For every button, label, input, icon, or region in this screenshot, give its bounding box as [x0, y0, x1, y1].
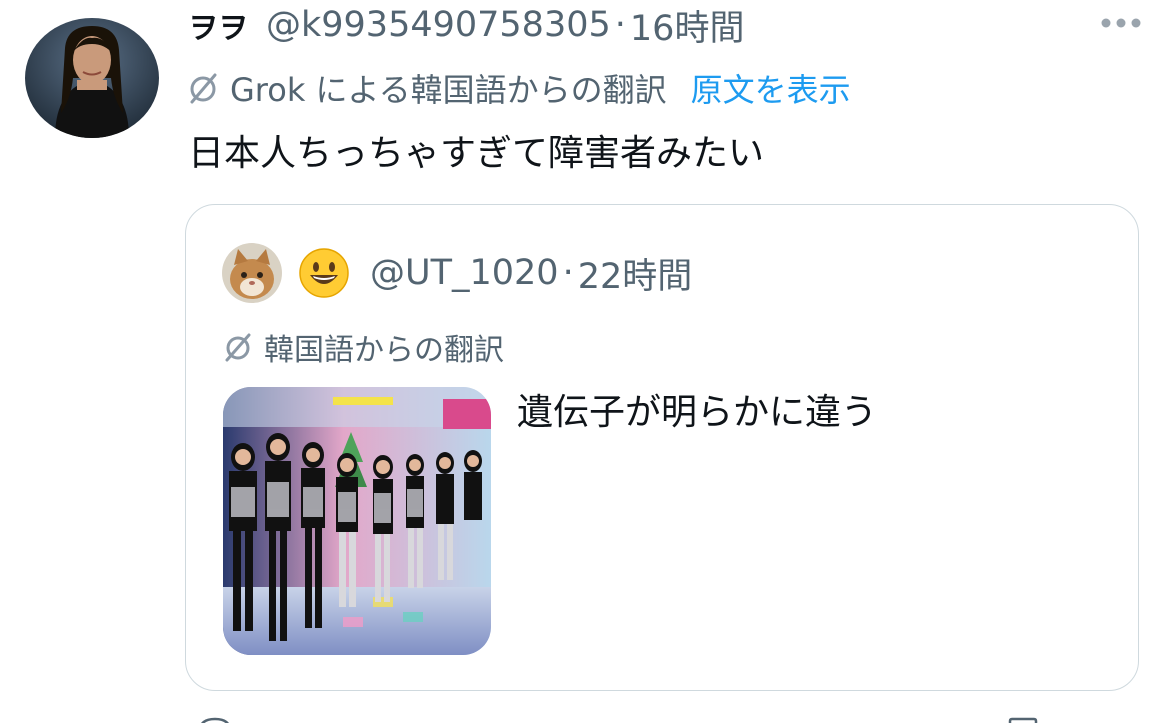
bookmark-icon[interactable]: [1006, 715, 1040, 723]
tweet-header: ヲヲ @k9935490758305 · 16時間: [188, 0, 744, 50]
translation-label: Grok による韓国語からの翻訳: [230, 71, 667, 109]
quoted-author-avatar[interactable]: [222, 243, 282, 303]
grinning-face-emoji-icon: [299, 248, 349, 298]
show-original-link[interactable]: 原文を表示: [691, 65, 851, 111]
translate-slash-icon: [190, 73, 217, 104]
tweet-text: 日本人ちっちゃすぎて障害者みたい: [188, 133, 765, 174]
tweet-timestamp[interactable]: 16時間: [630, 0, 745, 51]
cat-avatar-image: [222, 243, 282, 303]
author-display-name[interactable]: ヲヲ: [188, 3, 248, 47]
tweet[interactable]: ヲヲ @k9935490758305 · 16時間 Grok による韓国語からの…: [0, 0, 1169, 723]
quoted-tweet-card[interactable]: @UT_1020 · 22時間 韓国語からの翻訳 遺伝子が明らかに違う: [185, 204, 1139, 691]
reply-icon[interactable]: [198, 715, 232, 723]
header-separator: ·: [614, 5, 626, 45]
more-dots-icon: [1101, 18, 1141, 28]
quoted-tweet-timestamp[interactable]: 22時間: [578, 248, 693, 299]
author-avatar[interactable]: [25, 18, 159, 138]
stage-photo-image: [223, 387, 491, 655]
quoted-tweet-header: @UT_1020 · 22時間: [222, 241, 692, 305]
translation-row: Grok による韓国語からの翻訳 原文を表示: [184, 64, 851, 112]
translate-slash-icon: [225, 333, 251, 362]
quoted-translation-label: 韓国語からの翻訳: [264, 333, 504, 368]
quoted-author-handle[interactable]: @UT_1020: [370, 253, 559, 293]
author-handle[interactable]: @k9935490758305: [266, 5, 611, 45]
quoted-translation-row: 韓国語からの翻訳: [220, 325, 504, 369]
quoted-media-thumbnail[interactable]: [223, 387, 491, 655]
more-options-button[interactable]: [1099, 10, 1143, 36]
quoted-header-separator: ·: [562, 253, 574, 293]
quoted-tweet-text: 遺伝子が明らかに違う: [517, 392, 878, 433]
author-avatar-image: [25, 18, 159, 138]
